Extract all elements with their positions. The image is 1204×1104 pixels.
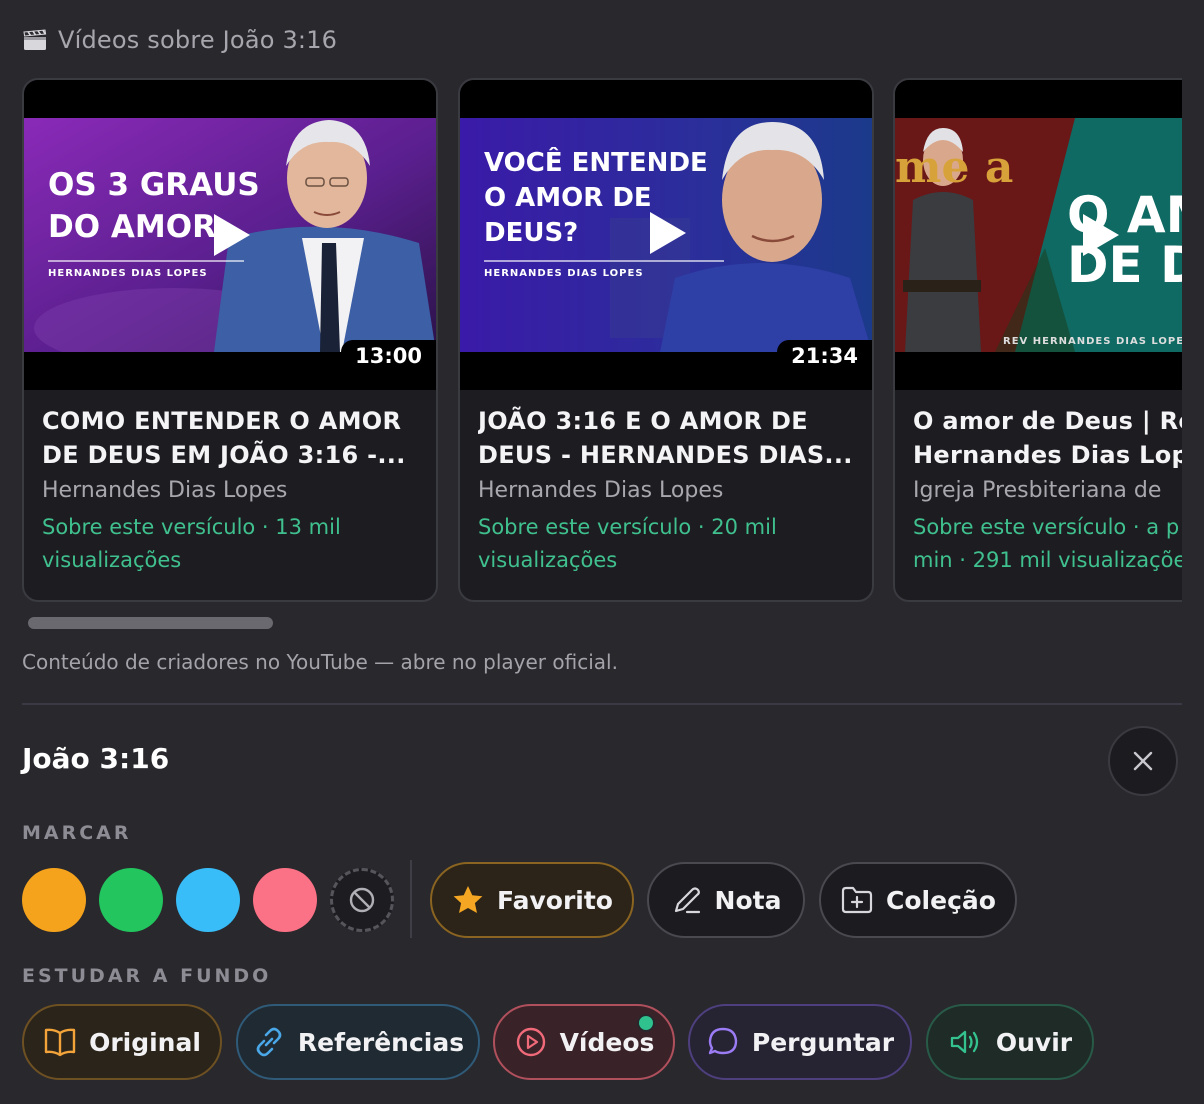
videos-button[interactable]: Vídeos — [493, 1004, 675, 1080]
video-meta-line: min · 291 mil visualizaçõe — [913, 548, 1182, 572]
collection-label: Coleção — [886, 885, 996, 915]
clapperboard-icon — [23, 29, 47, 50]
speaker-icon — [950, 1030, 979, 1054]
active-indicator-dot — [637, 1014, 655, 1032]
video-thumbnail[interactable]: me a O AM DE D REV HERNANDES DIAS LOPES — [895, 80, 1182, 390]
video-carousel[interactable]: OS 3 GRAUS DO AMOR HERNANDES DIAS LOPES … — [22, 78, 1182, 602]
estudar-label: ESTUDAR A FUNDO — [22, 965, 272, 987]
play-icon[interactable] — [650, 212, 686, 254]
highlight-color-pink[interactable] — [253, 868, 317, 932]
video-duration: 13:00 — [341, 340, 436, 373]
video-title[interactable]: JOÃO 3:16 E O AMOR DE DEUS - HERNANDES D… — [478, 404, 854, 472]
videos-label: Vídeos — [559, 1027, 655, 1057]
clear-highlight-button[interactable] — [330, 868, 394, 932]
play-circle-icon — [516, 1027, 545, 1057]
chat-bubble-icon — [708, 1027, 738, 1055]
section-divider — [22, 703, 1182, 705]
video-meta-line: Sobre este versículo · a p — [913, 515, 1180, 539]
video-title[interactable]: COMO ENTENDER O AMOR DE DEUS EM JOÃO 3:1… — [42, 404, 418, 472]
folder-plus-icon — [841, 886, 873, 914]
references-button[interactable]: Referências — [236, 1004, 480, 1080]
highlight-color-blue[interactable] — [176, 868, 240, 932]
video-meta: Sobre este versículo · 13 mil visualizaç… — [42, 515, 341, 572]
vertical-separator — [410, 860, 412, 938]
favorite-button[interactable]: Favorito — [430, 862, 634, 938]
thumbnail-overlay-text: me a — [895, 142, 1014, 193]
link-icon — [256, 1027, 282, 1057]
thumbnail-headline-line: VOCÊ ENTENDE — [484, 148, 708, 178]
thumbnail-headline-line: OS 3 GRAUS — [48, 167, 260, 203]
video-channel: Hernandes Dias Lopes — [478, 478, 724, 503]
highlight-color-orange[interactable] — [22, 868, 86, 932]
original-label: Original — [89, 1027, 201, 1057]
listen-button[interactable]: Ouvir — [926, 1004, 1094, 1080]
highlight-color-green[interactable] — [99, 868, 163, 932]
video-title-line[interactable]: O amor de Deus | Re — [913, 404, 1182, 438]
videos-header: Vídeos sobre João 3:16 — [22, 22, 337, 58]
original-button[interactable]: Original — [22, 1004, 222, 1080]
ask-label: Perguntar — [751, 1027, 895, 1057]
video-thumbnail[interactable]: OS 3 GRAUS DO AMOR HERNANDES DIAS LOPES … — [24, 80, 436, 390]
ask-button[interactable]: Perguntar — [688, 1004, 912, 1080]
thumbnail-byline: REV HERNANDES DIAS LOPES — [1003, 336, 1182, 347]
play-icon[interactable] — [214, 214, 250, 256]
video-thumbnail[interactable]: VOCÊ ENTENDE O AMOR DE DEUS? HERNANDES D… — [460, 80, 872, 390]
close-icon — [1133, 751, 1153, 771]
play-icon[interactable] — [1083, 214, 1119, 256]
verse-title: João 3:16 — [22, 742, 170, 775]
video-title-line[interactable]: Hernandes Dias Lop — [913, 438, 1182, 472]
carousel-scrollbar[interactable] — [28, 617, 273, 629]
note-label: Nota — [714, 885, 782, 915]
favorite-label: Favorito — [497, 885, 613, 915]
close-button[interactable] — [1108, 726, 1178, 796]
marcar-label: MARCAR — [22, 822, 132, 844]
references-label: Referências — [297, 1027, 465, 1057]
pencil-icon — [674, 887, 700, 914]
ban-icon — [349, 887, 375, 913]
video-channel: Igreja Presbiteriana de — [913, 478, 1162, 503]
thumbnail-byline: HERNANDES DIAS LOPES — [484, 268, 644, 279]
book-open-icon — [44, 1028, 76, 1057]
video-card[interactable]: me a O AM DE D REV HERNANDES DIAS LOPES … — [893, 78, 1182, 602]
star-icon — [453, 886, 483, 913]
youtube-attribution-note: Conteúdo de criadores no YouTube — abre … — [22, 650, 618, 674]
video-card[interactable]: OS 3 GRAUS DO AMOR HERNANDES DIAS LOPES … — [22, 78, 438, 602]
videos-section-title: Vídeos sobre João 3:16 — [58, 26, 338, 54]
video-duration: 21:34 — [777, 340, 872, 373]
video-card[interactable]: VOCÊ ENTENDE O AMOR DE DEUS? HERNANDES D… — [458, 78, 874, 602]
note-button[interactable]: Nota — [647, 862, 805, 938]
thumbnail-headline-line: O AMOR DE — [484, 183, 652, 213]
listen-label: Ouvir — [995, 1027, 1073, 1057]
video-meta: Sobre este versículo · 20 mil visualizaç… — [478, 515, 777, 572]
thumbnail-byline: HERNANDES DIAS LOPES — [48, 268, 208, 279]
video-channel: Hernandes Dias Lopes — [42, 478, 288, 503]
collection-button[interactable]: Coleção — [819, 862, 1017, 938]
